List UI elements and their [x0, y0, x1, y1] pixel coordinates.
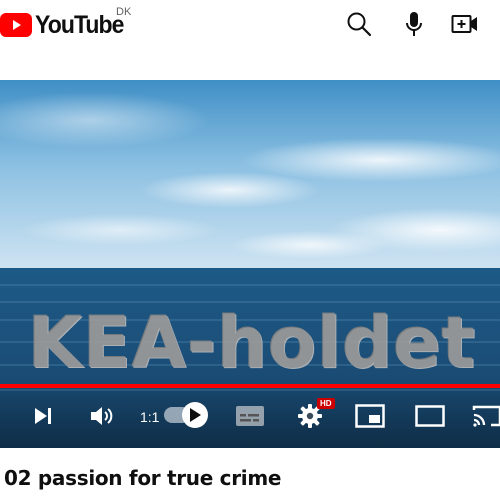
- brand-name: YouTube: [35, 10, 124, 39]
- search-button[interactable]: [345, 10, 373, 38]
- volume-button[interactable]: [88, 402, 116, 430]
- create-button[interactable]: [451, 10, 479, 38]
- captions-button[interactable]: [234, 402, 266, 430]
- next-button[interactable]: [30, 402, 58, 430]
- theater-mode-button[interactable]: [414, 402, 446, 430]
- autoplay-toggle[interactable]: [182, 402, 208, 428]
- create-video-icon: [451, 15, 477, 33]
- microphone-icon: [406, 12, 422, 36]
- cast-icon: [472, 405, 500, 427]
- miniplayer-button[interactable]: [354, 402, 386, 430]
- play-icon: [190, 408, 201, 422]
- theater-mode-icon: [415, 405, 445, 427]
- voice-search-button[interactable]: [400, 10, 428, 38]
- search-icon: [347, 12, 372, 37]
- progress-bar[interactable]: [0, 384, 500, 388]
- miniplayer-icon: [355, 404, 385, 428]
- skip-next-icon: [35, 408, 51, 424]
- captions-icon: [236, 406, 264, 426]
- video-overlay-title: KEA-holdet: [28, 302, 477, 384]
- progress-bar-fill: [0, 384, 500, 388]
- playback-speed-label: 1:1: [140, 409, 160, 425]
- cast-button[interactable]: [472, 402, 500, 430]
- youtube-play-icon: [0, 13, 32, 37]
- country-code: DK: [116, 6, 132, 18]
- volume-icon: [91, 407, 113, 425]
- top-bar: YouTube DK: [0, 0, 500, 80]
- video-title[interactable]: 02 passion for true crime: [4, 466, 281, 490]
- youtube-logo[interactable]: YouTube: [0, 8, 131, 42]
- video-player[interactable]: KEA-holdet 1:1 HD: [0, 80, 500, 448]
- hd-badge: HD: [317, 398, 335, 409]
